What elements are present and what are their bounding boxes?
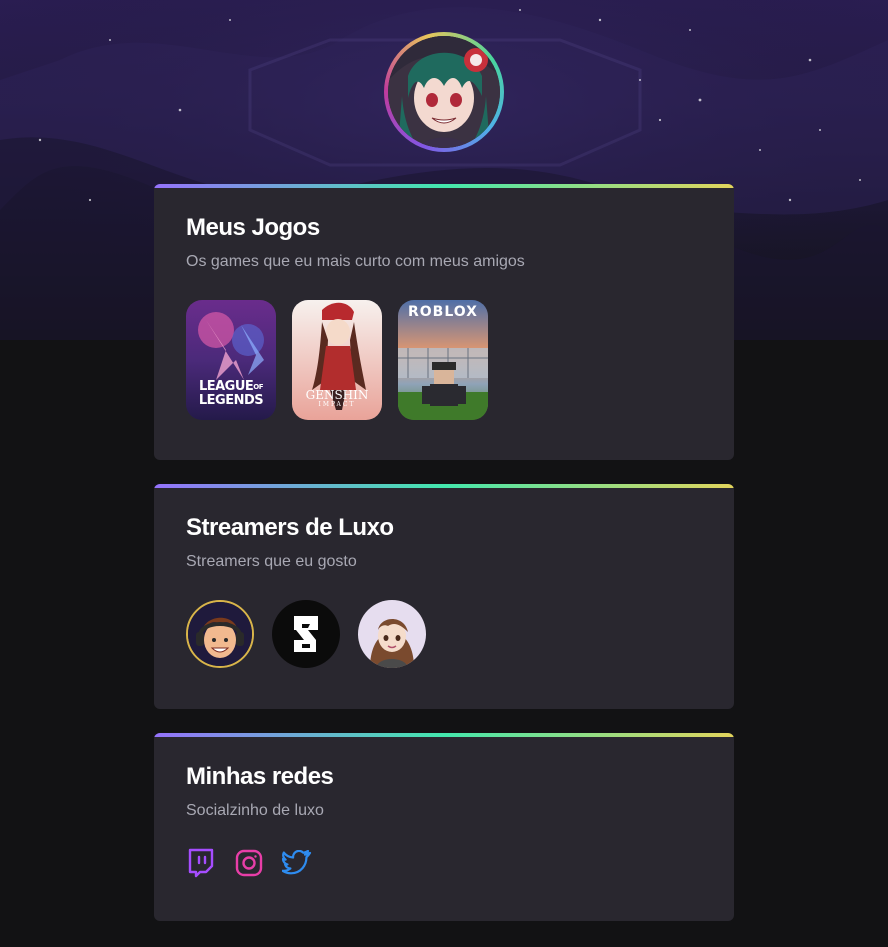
games-card-title: Meus Jogos	[186, 214, 320, 241]
game-label-genshin-1: GENSHIN	[305, 388, 369, 402]
socials-card-title: Minhas redes	[186, 763, 334, 790]
game-label-lol-of: OF	[253, 383, 264, 391]
instagram-icon[interactable]	[234, 848, 264, 878]
socials-card-subtitle: Socialzinho de luxo	[186, 802, 324, 819]
streamer-avatar-logo-icon[interactable]	[272, 600, 340, 668]
streamers-list	[186, 600, 426, 668]
socials-list	[186, 848, 312, 878]
profile-avatar[interactable]	[384, 32, 504, 152]
socials-card: Minhas redes Socialzinho de luxo	[154, 733, 734, 921]
streamers-card: Streamers de Luxo Streamers que eu gosto	[154, 484, 734, 709]
streamer-avatar-headset-icon[interactable]	[186, 600, 254, 668]
streamers-card-subtitle: Streamers que eu gosto	[186, 553, 357, 570]
games-card: Meus Jogos Os games que eu mais curto co…	[154, 184, 734, 460]
games-card-subtitle: Os games que eu mais curto com meus amig…	[186, 253, 525, 270]
game-roblox[interactable]: ROBLOX	[398, 300, 488, 420]
streamer-avatar-girl-icon[interactable]	[358, 600, 426, 668]
games-list: LEAGUEOF LEGENDS GENSHIN IMPACT ROBLOX	[186, 300, 488, 420]
game-label-genshin-2: IMPACT	[318, 401, 356, 408]
game-label-roblox: ROBLOX	[408, 304, 478, 320]
game-label-lol-1: LEAGUE	[198, 379, 254, 394]
twitch-icon[interactable]	[186, 848, 216, 878]
streamers-card-title: Streamers de Luxo	[186, 514, 394, 541]
game-league-of-legends[interactable]: LEAGUEOF LEGENDS	[186, 300, 276, 420]
game-genshin-impact[interactable]: GENSHIN IMPACT	[292, 300, 382, 420]
anime-avatar-icon	[388, 36, 500, 148]
game-label-lol-2: LEGENDS	[198, 393, 264, 408]
twitter-icon[interactable]	[282, 848, 312, 878]
